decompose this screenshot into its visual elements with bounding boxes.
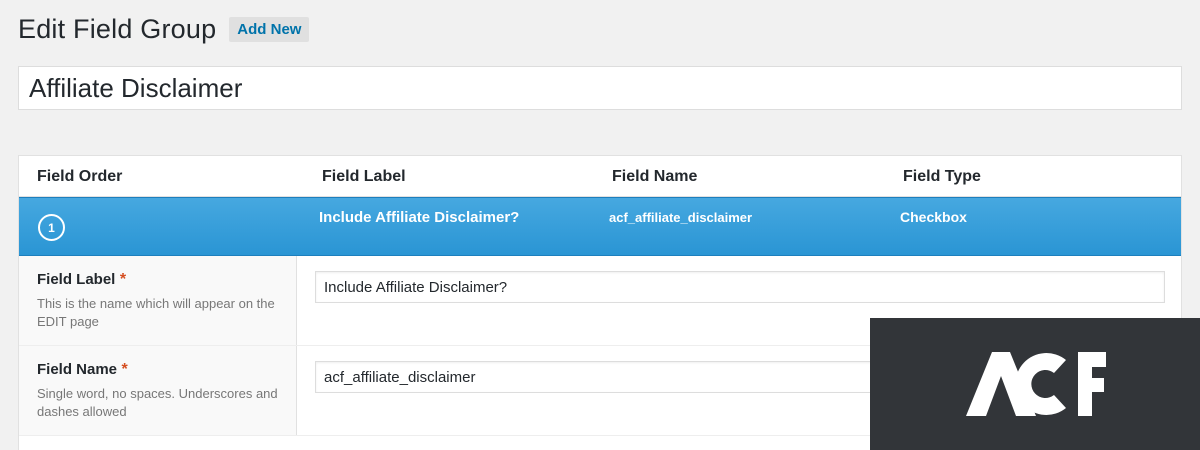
page-title: Edit Field Group xyxy=(18,14,217,44)
required-marker: * xyxy=(121,361,128,378)
field-row-type: Checkbox xyxy=(900,209,967,225)
setting-description: This is the name which will appear on th… xyxy=(37,296,275,329)
group-title-input[interactable] xyxy=(18,66,1182,110)
column-header-field-name: Field Name xyxy=(612,168,698,185)
column-header-field-label: Field Label xyxy=(322,168,406,185)
column-header-field-order: Field Order xyxy=(37,168,123,185)
required-marker: * xyxy=(119,271,127,288)
acf-logo-mark xyxy=(966,352,1106,416)
field-order-number: 1 xyxy=(48,220,55,235)
column-headers: Field Order Field Label Field Name Field… xyxy=(19,156,1181,197)
setting-label-cell: Field Name * Single word, no spaces. Und… xyxy=(19,346,297,435)
setting-label-cell: Field Label * This is the name which wil… xyxy=(19,256,297,345)
column-header-field-type: Field Type xyxy=(903,168,981,185)
field-row-name: acf_affiliate_disclaimer xyxy=(609,210,753,225)
add-new-button[interactable]: Add New xyxy=(229,17,310,42)
setting-name: Field Name xyxy=(37,361,118,378)
field-row-selected[interactable]: 1 Include Affiliate Disclaimer? acf_affi… xyxy=(19,197,1181,256)
field-label-input[interactable] xyxy=(315,271,1165,303)
setting-name: Field Label xyxy=(37,271,116,288)
acf-logo xyxy=(870,318,1200,450)
field-row-label[interactable]: Include Affiliate Disclaimer? xyxy=(319,209,519,226)
page-header: Edit Field Group Add New xyxy=(18,14,310,45)
field-order-badge[interactable]: 1 xyxy=(38,214,65,241)
setting-description: Single word, no spaces. Underscores and … xyxy=(37,386,278,419)
